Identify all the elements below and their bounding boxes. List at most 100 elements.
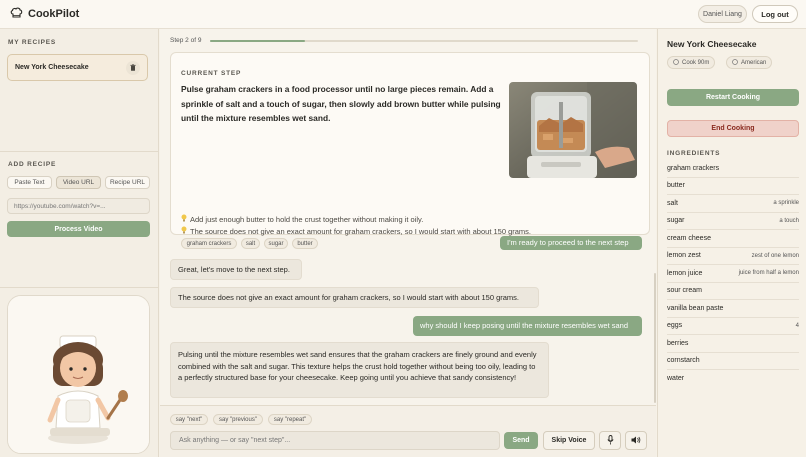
step-photo: [509, 82, 637, 178]
ingredient-tag: graham crackers: [181, 238, 237, 249]
ingredient-amount: zest of one lemon: [751, 252, 799, 259]
globe-icon: [732, 58, 738, 67]
quick-command-chip[interactable]: say "next": [170, 414, 208, 425]
ingredient-row: lemon juice juice from half a lemon: [667, 265, 799, 283]
ingredient-row: sugar a touch: [667, 213, 799, 230]
food-processor-image: [509, 82, 637, 178]
tab-video-url[interactable]: Video URL: [56, 176, 101, 189]
add-recipe-heading: ADD RECIPE: [8, 161, 57, 168]
speaker-icon: [631, 436, 641, 446]
restart-cooking-button[interactable]: Restart Cooking: [667, 89, 799, 106]
ingredient-row: graham crackers: [667, 160, 799, 178]
tab-recipe-url[interactable]: Recipe URL: [105, 176, 150, 189]
chat-message-user: why should I keep posing until the mixtu…: [413, 316, 642, 336]
speaker-button[interactable]: [625, 431, 647, 450]
tip-item: Add just enough butter to hold the crust…: [181, 214, 423, 224]
end-cooking-button[interactable]: End Cooking: [667, 120, 799, 137]
tip-text: Add just enough butter to hold the crust…: [190, 214, 424, 224]
recipe-card[interactable]: New York Cheesecake: [7, 54, 148, 81]
app-name: CookPilot: [28, 8, 80, 20]
ingredient-row: vanilla bean paste: [667, 300, 799, 318]
skip-voice-button[interactable]: Skip Voice: [543, 431, 595, 450]
lightbulb-icon: [181, 226, 187, 236]
cuisine-badge: American: [726, 56, 773, 69]
lightbulb-icon: [181, 214, 187, 224]
ingredient-name: sugar: [667, 217, 685, 225]
ingredient-row: water: [667, 370, 799, 388]
quick-command-chip[interactable]: say "previous": [213, 414, 263, 425]
ingredient-name: graham crackers: [667, 164, 720, 172]
step-progress-fill: [210, 40, 306, 42]
cook-time-badge: Cook 90m: [667, 56, 716, 69]
send-button[interactable]: Send: [504, 432, 538, 449]
ingredient-name: eggs: [667, 322, 683, 330]
ingredient-name: water: [667, 375, 685, 383]
chat-message-bot: Pulsing until the mixture resembles wet …: [170, 342, 549, 398]
process-video-button[interactable]: Process Video: [7, 221, 150, 237]
chat-input-bar: say "next" say "previous" say "repeat" A…: [160, 405, 656, 457]
chef-avatar-card: [7, 295, 150, 454]
right-sidebar: New York Cheesecake Cook 90m American Re…: [657, 29, 806, 457]
chef-hat-icon: [10, 7, 23, 21]
chat-scrollbar[interactable]: [654, 273, 656, 403]
ingredient-name: sour cream: [667, 287, 703, 295]
app-logo[interactable]: CookPilot: [10, 7, 79, 21]
chef-avatar-illustration: [8, 296, 149, 453]
cook-time-text: Cook 90m: [682, 59, 710, 66]
chat-message-bot: The source does not give an exact amount…: [170, 287, 539, 308]
tip-item: The source does not give an exact amount…: [181, 226, 531, 236]
ingredient-name: butter: [667, 182, 685, 190]
ingredient-name: vanilla bean paste: [667, 304, 724, 312]
trash-icon: [130, 63, 136, 73]
cuisine-text: American: [741, 59, 767, 66]
my-recipes-heading: MY RECIPES: [8, 39, 56, 46]
step-counter: Step 2 of 9: [170, 37, 202, 44]
microphone-icon: [606, 434, 614, 447]
chat-input[interactable]: Ask anything — or say "next step"...: [170, 431, 500, 450]
tip-text: The source does not give an exact amount…: [190, 226, 532, 236]
app-header: CookPilot Daniel Liang Log out: [0, 0, 806, 29]
recipe-card-name: New York Cheesecake: [15, 64, 89, 71]
sidebar-divider: [0, 287, 159, 288]
ingredient-row: lemon zest zest of one lemon: [667, 248, 799, 265]
ingredient-amount: a touch: [779, 217, 799, 224]
ingredient-amount: 4: [795, 322, 799, 329]
ingredient-tag: salt: [241, 238, 260, 249]
logout-button[interactable]: Log out: [752, 5, 798, 23]
ingredient-row: berries: [667, 335, 799, 353]
ingredient-amount: a sprinkle: [773, 200, 799, 207]
chat-message-bot: Great, let's move to the next step.: [170, 259, 302, 280]
current-step-text: Pulse graham crackers in a food processo…: [181, 84, 501, 123]
ingredient-row: eggs 4: [667, 318, 799, 335]
sidebar-divider: [0, 151, 159, 152]
ingredient-row: sour cream: [667, 283, 799, 300]
microphone-button[interactable]: [599, 431, 621, 450]
ingredients-heading: INGREDIENTS: [667, 150, 721, 157]
ingredient-name: salt: [667, 199, 678, 207]
step-progress-bar: [210, 40, 638, 42]
ingredient-name: lemon zest: [667, 252, 701, 260]
ingredient-name: lemon juice: [667, 269, 703, 277]
left-sidebar: MY RECIPES New York Cheesecake ADD RECIP…: [0, 29, 159, 457]
user-name-pill[interactable]: Daniel Liang: [698, 5, 747, 23]
chat-message-user: I'm ready to proceed to the next step: [500, 236, 642, 250]
ingredient-name: cornstarch: [667, 357, 700, 365]
clock-icon: [673, 58, 679, 67]
ingredient-tag: sugar: [264, 238, 288, 249]
ingredient-name: cream cheese: [667, 234, 711, 242]
ingredient-row: cream cheese: [667, 230, 799, 248]
ingredient-name: berries: [667, 339, 689, 347]
ingredient-tag: butter: [292, 238, 318, 249]
current-step-heading: CURRENT STEP: [181, 70, 242, 77]
delete-recipe-button[interactable]: [126, 61, 140, 75]
ingredient-row: butter: [667, 178, 799, 195]
video-url-input[interactable]: https://youtube.com/watch?v=...: [7, 198, 150, 214]
quick-command-chip[interactable]: say "repeat": [268, 414, 312, 425]
ingredient-row: cornstarch: [667, 353, 799, 370]
ingredient-row: salt a sprinkle: [667, 195, 799, 213]
current-step-card: CURRENT STEP Pulse graham crackers in a …: [170, 52, 650, 249]
main-panel: Step 2 of 9 CURRENT STEP Pulse graham cr…: [160, 29, 656, 457]
tab-paste-text[interactable]: Paste Text: [7, 176, 52, 189]
recipe-title: New York Cheesecake: [667, 39, 757, 49]
ingredient-amount: juice from half a lemon: [738, 270, 799, 277]
